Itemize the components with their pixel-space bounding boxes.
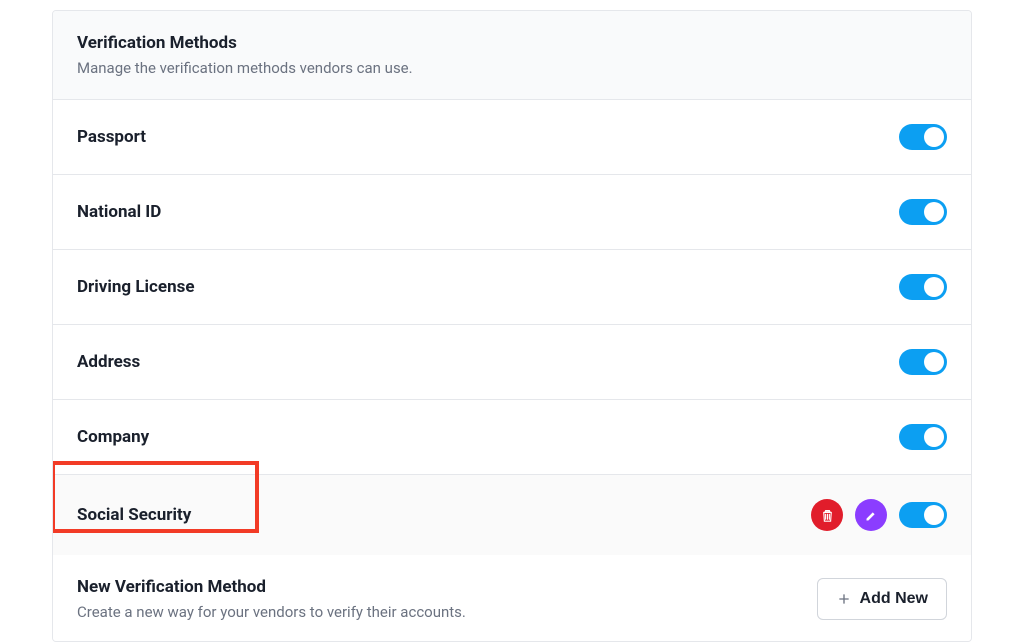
row-actions — [899, 199, 947, 225]
method-name: National ID — [77, 202, 161, 222]
add-new-label: Add New — [860, 590, 928, 608]
toggle-driving-license[interactable] — [899, 274, 947, 300]
trash-icon — [820, 508, 835, 523]
method-name: Company — [77, 427, 149, 447]
method-name: Address — [77, 352, 140, 372]
toggle-passport[interactable] — [899, 124, 947, 150]
footer-title: New Verification Method — [77, 577, 466, 597]
toggle-national-id[interactable] — [899, 199, 947, 225]
footer-text: New Verification Method Create a new way… — [77, 577, 466, 621]
method-name: Social Security — [77, 505, 191, 525]
toggle-address[interactable] — [899, 349, 947, 375]
method-row-national-id: National ID — [53, 175, 971, 250]
method-row-driving-license: Driving License — [53, 250, 971, 325]
add-new-button[interactable]: Add New — [817, 578, 947, 620]
plus-icon — [836, 591, 852, 607]
row-actions — [899, 349, 947, 375]
method-name: Driving License — [77, 277, 195, 297]
panel-title: Verification Methods — [77, 33, 947, 53]
method-row-wrapper-social-security: Social Security — [53, 475, 971, 555]
panel-subtitle: Manage the verification methods vendors … — [77, 59, 947, 77]
panel-header: Verification Methods Manage the verifica… — [53, 11, 971, 100]
delete-button[interactable] — [811, 499, 843, 531]
row-actions — [899, 424, 947, 450]
toggle-company[interactable] — [899, 424, 947, 450]
row-actions — [899, 124, 947, 150]
edit-button[interactable] — [855, 499, 887, 531]
verification-methods-panel: Verification Methods Manage the verifica… — [52, 10, 972, 642]
method-row-social-security: Social Security — [53, 475, 971, 555]
row-actions — [811, 499, 947, 531]
footer-row: New Verification Method Create a new way… — [53, 555, 971, 642]
footer-subtitle: Create a new way for your vendors to ver… — [77, 603, 466, 621]
method-row-passport: Passport — [53, 100, 971, 175]
method-name: Passport — [77, 127, 146, 147]
row-actions — [899, 274, 947, 300]
pencil-icon — [864, 508, 879, 523]
toggle-social-security[interactable] — [899, 502, 947, 528]
method-row-address: Address — [53, 325, 971, 400]
method-row-company: Company — [53, 400, 971, 475]
